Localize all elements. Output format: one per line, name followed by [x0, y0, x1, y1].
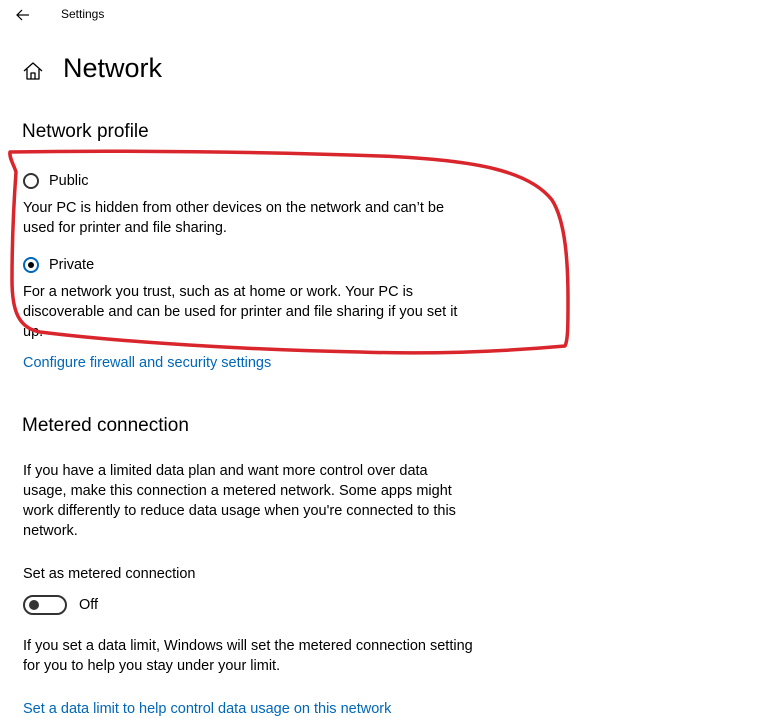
configure-firewall-link[interactable]: Configure firewall and security settings: [23, 355, 271, 371]
back-arrow-icon: [16, 9, 29, 21]
page-title: Network: [63, 53, 163, 83]
network-profile-heading: Network profile: [22, 121, 149, 142]
metered-description: If you have a limited data plan and want…: [23, 463, 456, 539]
set-data-limit-link[interactable]: Set a data limit to help control data us…: [23, 701, 391, 717]
private-description: For a network you trust, such as at home…: [23, 284, 458, 340]
home-icon: [23, 62, 43, 80]
metered-toggle[interactable]: Off: [23, 594, 98, 616]
app-title: Settings: [61, 7, 105, 21]
private-radio[interactable]: Private: [23, 254, 94, 276]
data-limit-note: If you set a data limit, Windows will se…: [23, 638, 473, 674]
back-button[interactable]: [10, 4, 36, 26]
toggle-state-label: Off: [79, 597, 99, 613]
title-bar: Settings: [0, 0, 758, 30]
public-description: Your PC is hidden from other devices on …: [23, 200, 445, 236]
private-radio-label: Private: [49, 257, 95, 273]
metered-toggle-label: Set as metered connection: [23, 566, 196, 582]
radio-checked-icon: [23, 257, 39, 273]
public-radio[interactable]: Public: [23, 170, 89, 192]
public-radio-label: Public: [49, 173, 89, 189]
toggle-switch[interactable]: [23, 595, 67, 615]
home-button[interactable]: [22, 60, 44, 82]
metered-connection-heading: Metered connection: [22, 415, 189, 436]
toggle-knob: [29, 600, 39, 610]
radio-unchecked-icon: [23, 173, 39, 189]
